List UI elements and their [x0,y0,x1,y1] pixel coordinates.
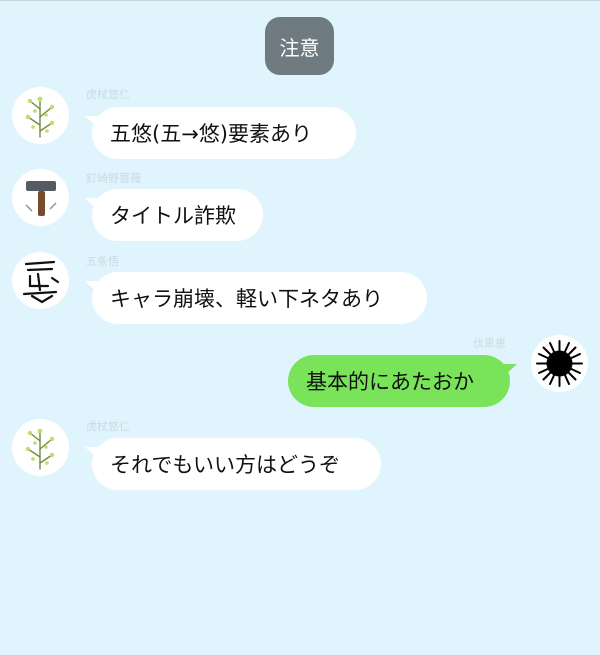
message-bubble[interactable]: 基本的にあたおか [288,355,517,407]
avatar[interactable] [12,419,69,476]
sender-name: 伏黒恵 [473,337,506,350]
message-bubble[interactable]: キャラ崩壊、軽い下ネタあり [85,272,427,324]
message-bubble[interactable]: タイトル詐欺 [85,189,263,241]
avatar[interactable] [531,335,588,392]
message-bubble[interactable]: 五悠(五→悠)要素あり [85,107,356,159]
avatar[interactable] [12,87,69,144]
notice-badge: 注意 [265,17,334,75]
avatar[interactable] [12,252,69,309]
message-bubble[interactable]: それでもいい方はどうぞ [85,438,381,490]
avatar[interactable] [12,169,69,226]
sender-name: 五条悟 [86,255,119,268]
sender-name: 虎杖悠仁 [86,88,130,101]
sender-name: 虎杖悠仁 [86,420,130,433]
hammer-icon [25,181,57,216]
calligraphy-icon [22,260,60,304]
plant-icon [25,96,55,138]
sender-name: 釘崎野薔薇 [86,172,141,185]
plant-icon [25,428,55,470]
urchin-icon [536,340,583,387]
